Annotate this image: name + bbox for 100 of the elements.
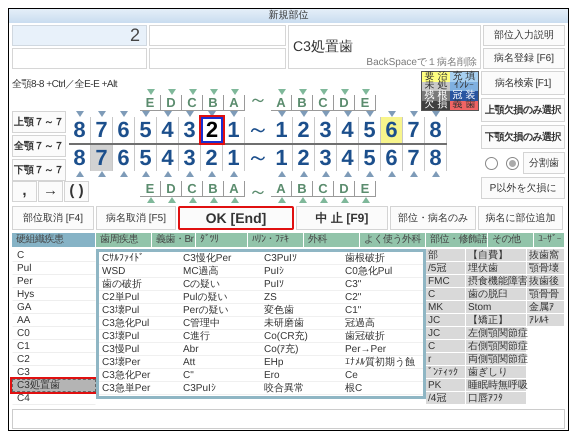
tooth-number[interactable]: 6 <box>381 145 403 171</box>
disease-option[interactable]: ｱﾚﾙｷ <box>527 314 565 327</box>
tooth-number[interactable]: 1 <box>271 117 293 143</box>
tooth-number[interactable]: 7 <box>91 117 113 143</box>
triangle-marker-icon[interactable] <box>230 89 238 95</box>
category-tab[interactable]: ﾊﾘﾝ・ﾌﾃｷ <box>248 233 304 247</box>
disease-option[interactable]: 【自費】 <box>466 249 527 262</box>
deciduous-tooth[interactable]: C <box>313 181 334 197</box>
tooth-number[interactable]: 1 <box>271 145 293 171</box>
disease-option[interactable]: ﾞﾝﾃｨｯｸ <box>426 366 466 379</box>
category-tab[interactable]: 部位・修飾語 <box>426 233 488 247</box>
triangle-marker-icon[interactable] <box>298 89 306 95</box>
disease-option[interactable]: C進行 <box>180 330 261 343</box>
triangle-marker-icon[interactable] <box>120 111 128 117</box>
disease-option[interactable]: Per→Per <box>342 343 423 356</box>
action-button[interactable]: 病名に部位追加 <box>478 206 563 230</box>
tooth-number[interactable]: 5 <box>359 145 381 171</box>
category-tab[interactable]: その他 <box>488 233 534 247</box>
split-tooth-button[interactable]: 分割歯 <box>523 152 565 174</box>
dialog-button[interactable]: 病名登録 [F6] <box>483 48 565 69</box>
category-tab[interactable]: ﾀﾞﾂﾘ <box>196 233 248 247</box>
tooth-number[interactable]: 5 <box>135 117 157 143</box>
disease-option[interactable]: 摂食機能障害 <box>466 275 527 288</box>
triangle-marker-icon[interactable] <box>322 111 330 117</box>
triangle-marker-icon[interactable] <box>188 89 196 95</box>
deciduous-tooth[interactable]: A <box>224 181 245 197</box>
category-tab[interactable]: 硬組織疾患 <box>12 233 96 247</box>
disease-option[interactable]: C <box>426 288 466 301</box>
disease-option[interactable]: Co(ｱ充) <box>261 343 342 356</box>
deciduous-tooth[interactable]: C <box>313 95 334 111</box>
triangle-marker-icon[interactable] <box>98 111 106 117</box>
disease-option[interactable]: Cの疑い <box>180 278 261 291</box>
disease-option[interactable]: r <box>426 353 466 366</box>
disease-option[interactable]: Ce <box>342 369 423 382</box>
tooth-number[interactable]: 1 <box>223 117 245 143</box>
deciduous-tooth[interactable]: A <box>271 181 292 197</box>
action-button[interactable]: 病名取消 [F5] <box>96 206 176 230</box>
disease-option[interactable]: MC過高 <box>180 265 261 278</box>
disease-list-item[interactable]: C3処置歯 <box>12 379 96 392</box>
category-tab[interactable]: よく使う外科 <box>360 233 426 247</box>
triangle-marker-icon[interactable] <box>164 111 172 117</box>
disease-option[interactable]: C <box>426 340 466 353</box>
disease-option[interactable]: PK <box>426 379 466 392</box>
disease-option[interactable]: JC <box>426 314 466 327</box>
disease-option[interactable]: C1" <box>342 304 423 317</box>
input-field[interactable] <box>12 48 147 69</box>
tooth-number[interactable]: 2 <box>293 117 315 143</box>
deciduous-tooth[interactable]: B <box>292 181 313 197</box>
deciduous-tooth[interactable]: E <box>355 95 376 111</box>
triangle-marker-icon[interactable] <box>186 111 194 117</box>
triangle-marker-icon[interactable] <box>410 111 418 117</box>
disease-option[interactable]: C0急化Pul <box>342 265 423 278</box>
disease-option[interactable]: 【矯正】 <box>466 314 527 327</box>
disease-option[interactable]: 口唇ｱﾌﾀ <box>466 392 527 405</box>
disease-option[interactable]: EHp <box>261 356 342 369</box>
category-tab[interactable]: ﾕｰｻﾞｰ <box>534 233 565 247</box>
disease-option[interactable]: 歯ぎしり <box>466 366 527 379</box>
dialog-button[interactable]: P以外を欠損に <box>481 177 565 199</box>
disease-option[interactable]: C管理中 <box>180 317 261 330</box>
disease-option[interactable]: 歯根破折 <box>342 252 423 265</box>
action-button[interactable]: 部位・病名のみ <box>390 206 476 230</box>
disease-option[interactable]: C3急単Per <box>99 382 180 395</box>
disease-option[interactable]: PuIｼ <box>261 265 342 278</box>
disease-option[interactable]: 歯冠破折 <box>342 330 423 343</box>
triangle-marker-icon[interactable] <box>278 111 286 117</box>
disease-option[interactable]: Pulの疑い <box>180 291 261 304</box>
disease-option[interactable]: 両側顎関節症 <box>466 353 527 366</box>
jaw-select-button[interactable]: 下顎７～７ <box>12 159 66 181</box>
triangle-marker-icon[interactable] <box>210 89 218 95</box>
deciduous-tooth[interactable]: D <box>334 95 355 111</box>
disease-option[interactable]: ｴﾅﾒﾙ質初期う蝕 <box>342 356 423 369</box>
disease-option[interactable]: C3PuIｼ <box>180 382 261 395</box>
triangle-marker-icon[interactable] <box>300 111 308 117</box>
disease-option[interactable]: C3壊Pul <box>99 330 180 343</box>
tooth-number[interactable]: 3 <box>315 117 337 143</box>
disease-option[interactable]: Att <box>180 356 261 369</box>
deciduous-tooth[interactable]: E <box>355 181 376 197</box>
jaw-select-button[interactable]: 上顎７～７ <box>12 111 66 133</box>
triangle-marker-icon[interactable] <box>320 89 328 95</box>
disease-option[interactable]: MK <box>426 301 466 314</box>
category-tab[interactable]: 歯周疾患 <box>96 233 152 247</box>
dialog-button[interactable]: 下顎欠損のみ選択 <box>481 125 565 149</box>
deciduous-tooth[interactable]: A <box>224 95 245 111</box>
disease-option[interactable]: C" <box>180 369 261 382</box>
deciduous-tooth[interactable]: D <box>161 95 182 111</box>
disease-option[interactable]: 部 <box>426 249 466 262</box>
disease-option[interactable]: Perの疑い <box>180 304 261 317</box>
triangle-marker-icon[interactable] <box>186 171 194 177</box>
radio-button[interactable] <box>506 156 518 170</box>
tooth-number[interactable]: 7 <box>403 145 425 171</box>
action-button[interactable]: 中 止 [F9] <box>296 206 388 230</box>
tooth-number[interactable]: 6 <box>113 117 135 143</box>
triangle-marker-icon[interactable] <box>230 111 238 117</box>
deciduous-tooth[interactable]: B <box>203 181 224 197</box>
triangle-marker-icon[interactable] <box>168 89 176 95</box>
disease-option[interactable]: 抜歯後 <box>527 275 565 288</box>
dialog-button[interactable]: 部位入力説明 <box>483 25 565 46</box>
triangle-marker-icon[interactable] <box>432 111 440 117</box>
triangle-marker-icon[interactable] <box>362 89 370 95</box>
deciduous-tooth[interactable]: B <box>203 95 224 111</box>
